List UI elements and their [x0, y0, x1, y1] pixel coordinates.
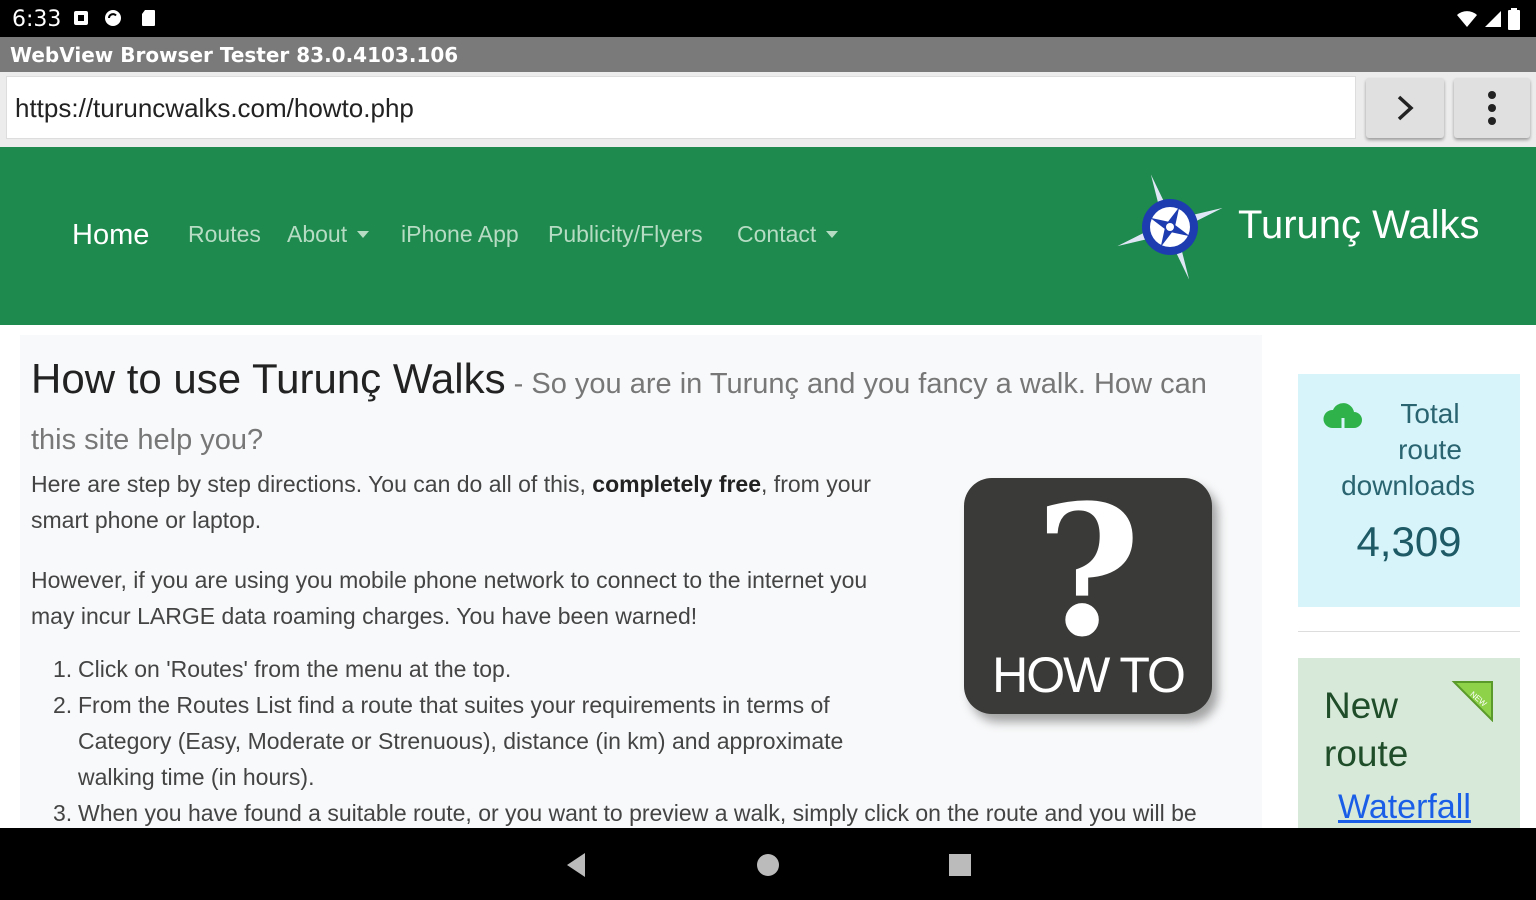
sd-card-icon [142, 10, 155, 26]
compass-logo-icon[interactable] [1112, 169, 1228, 285]
downloads-label-line: Total [1400, 398, 1460, 429]
notification-square-icon [74, 11, 88, 25]
downloads-card: Total route downloads 4,309 [1298, 374, 1520, 607]
step-text: Click on 'Routes' from the menu at the t… [78, 656, 512, 682]
sync-icon [105, 10, 121, 26]
app-screen: 6:33 WebView Browser Tester 83.0.4103.10… [0, 0, 1536, 900]
step-text: From the Routes List find a route that s… [78, 692, 844, 790]
new-route-label: New route [1324, 685, 1409, 774]
nav-routes[interactable]: Routes [188, 221, 261, 248]
step-number: 1. [53, 656, 73, 682]
caret-down-icon [357, 231, 370, 238]
new-badge-icon: NEW [1451, 681, 1493, 722]
downloads-label: Total route downloads [1320, 396, 1500, 504]
step-number: 2. [53, 692, 73, 718]
system-nav-bar [0, 828, 1536, 900]
intro-paragraph: Here are step by step directions. You ca… [31, 466, 911, 538]
sidebar-divider [1298, 631, 1520, 632]
nav-iphone-app-label: iPhone App [401, 221, 519, 247]
url-toolbar [0, 72, 1536, 147]
status-right [1456, 8, 1520, 30]
url-field-container [6, 76, 1356, 139]
list-item: 3. When you have found a suitable route, … [31, 795, 1261, 828]
list-item: 2. From the Routes List find a route that… [31, 687, 911, 795]
url-input[interactable] [15, 89, 1335, 127]
step-number: 3. [53, 800, 73, 826]
status-time: 6:33 [12, 7, 62, 32]
overflow-menu-button[interactable] [1454, 78, 1530, 138]
list-item: 1. Click on 'Routes' from the menu at the… [31, 651, 891, 687]
home-icon[interactable] [753, 850, 783, 880]
app-title: WebView Browser Tester 83.0.4103.106 [10, 43, 459, 67]
page-title: How to use Turunç Walks [31, 355, 506, 402]
app-title-bar: WebView Browser Tester 83.0.4103.106 [0, 37, 1536, 72]
page-content: How to use Turunç Walks - So you are in … [0, 325, 1536, 828]
nav-routes-label: Routes [188, 221, 261, 247]
new-route-card: New route NEW Waterfall [1298, 658, 1520, 828]
downloads-count: 4,309 [1356, 518, 1462, 565]
more-vert-icon [1488, 91, 1496, 125]
nav-about[interactable]: About [287, 221, 370, 248]
new-route-link[interactable]: Waterfall [1338, 788, 1471, 827]
nav-contact-label: Contact [737, 221, 817, 247]
steps-list: 1. Click on 'Routes' from the menu at the… [31, 651, 1251, 828]
main-column: How to use Turunç Walks - So you are in … [20, 335, 1262, 828]
nav-contact[interactable]: Contact [737, 221, 839, 248]
site-navbar: Home Routes About iPhone App Publicity/F… [0, 147, 1536, 325]
downloads-label-line: downloads [1341, 470, 1475, 501]
intro-text-a: Here are step by step directions. You ca… [31, 471, 593, 497]
downloads-label-line: route [1398, 434, 1462, 465]
warning-paragraph: However, if you are using you mobile pho… [31, 567, 868, 629]
back-icon[interactable] [561, 850, 591, 880]
nav-publicity[interactable]: Publicity/Flyers [548, 221, 703, 248]
recents-icon[interactable] [945, 850, 975, 880]
chevron-right-icon [1397, 95, 1414, 121]
page-heading: How to use Turunç Walks - So you are in … [31, 351, 1241, 468]
brand-name[interactable]: Turunç Walks [1238, 203, 1480, 248]
status-bar: 6:33 [0, 0, 1536, 37]
step-text: When you have found a suitable route, or… [78, 800, 1197, 826]
intro-bold: completely free [592, 471, 762, 497]
nav-publicity-label: Publicity/Flyers [548, 221, 703, 247]
nav-iphone-app[interactable]: iPhone App [401, 221, 519, 248]
go-button[interactable] [1366, 78, 1444, 138]
caret-down-icon [826, 231, 839, 238]
cell-signal-icon [1485, 11, 1501, 27]
battery-icon [1508, 8, 1520, 30]
wifi-icon [1457, 11, 1477, 27]
nav-home[interactable]: Home [72, 219, 149, 252]
nav-about-label: About [287, 221, 348, 247]
